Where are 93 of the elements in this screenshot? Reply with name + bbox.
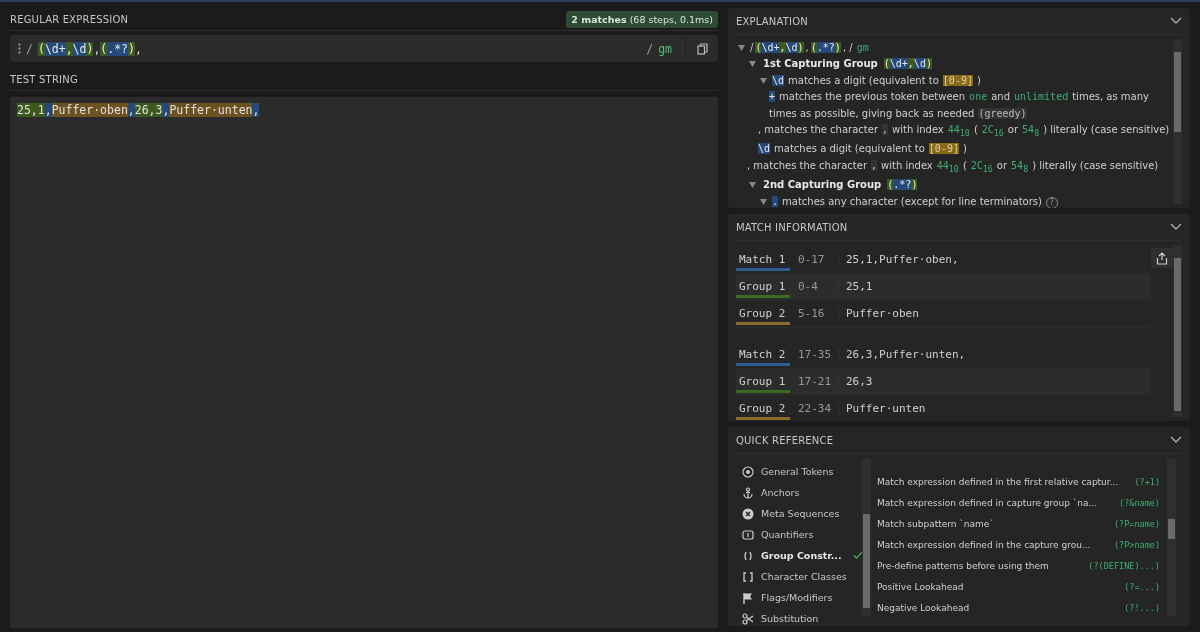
- explanation-line: . matches any character (except for line terminators) ?: [772, 193, 1173, 208]
- explanation-line: \d matches a digit (equivalent to [0-9] ): [758, 142, 968, 157]
- match-highlight: 26,3: [134, 103, 163, 117]
- explanation-line: / (\d+,\d) , (.*?) , / gm: [750, 41, 870, 55]
- export-button[interactable]: [1151, 248, 1173, 268]
- match-highlight: ,: [127, 103, 135, 117]
- category-item[interactable]: Meta Sequences: [736, 503, 862, 524]
- match-label: Group 2: [736, 400, 790, 420]
- regex-token: ,: [93, 41, 101, 56]
- section-title: QUICK REFERENCE: [736, 434, 834, 446]
- match-highlight: Puffer·unten: [169, 103, 253, 117]
- expand-triangle-icon[interactable]: [738, 45, 745, 51]
- match-label: Match 2: [736, 346, 790, 366]
- scrollbar[interactable]: [862, 459, 871, 616]
- category-item[interactable]: Substitution: [736, 608, 862, 629]
- range-text: 5-16: [790, 307, 839, 320]
- reference-item[interactable]: Match subpattern `name` (?P=name): [877, 513, 1164, 534]
- reference-item[interactable]: Match expression defined in the first relative captur... (?+1): [877, 471, 1164, 492]
- match-highlight: Puffer·oben: [51, 103, 128, 117]
- match-highlight: ,: [162, 103, 170, 117]
- category-item[interactable]: Character Classes: [736, 566, 862, 587]
- chevron-icon[interactable]: [1170, 223, 1182, 231]
- delimiter: /: [26, 41, 33, 56]
- range-text: 17-21: [790, 375, 839, 388]
- target-icon: [742, 465, 754, 478]
- reference-item[interactable]: Pre-define patterns before using them (?(DEFINE)...): [877, 555, 1164, 576]
- explanation-line: , matches the character , with index 44$_{10}$ ( 2C$_{16}$ or 54$_{8}$ ) literally (case sensitive): [747, 158, 1160, 176]
- section-title: MATCH INFORMATION: [736, 221, 848, 233]
- scissors-icon: [742, 612, 754, 625]
- category-item[interactable]: Quantifiers: [736, 524, 862, 545]
- regex-token: .*?: [107, 41, 129, 56]
- match-highlight: ,: [44, 103, 52, 117]
- expand-triangle-icon[interactable]: [749, 61, 756, 68]
- scrollbar[interactable]: [1167, 459, 1176, 616]
- category-item[interactable]: General Tokens: [736, 461, 862, 482]
- category-item[interactable]: Anchors: [736, 482, 862, 503]
- reference-item[interactable]: Negative Lookahead (?!...): [877, 597, 1164, 618]
- range-text: 17-35: [790, 348, 839, 361]
- expand-triangle-icon[interactable]: [760, 77, 767, 84]
- match-value: 26,3,Puffer·unten,: [845, 348, 966, 361]
- copy-icon[interactable]: [696, 42, 708, 55]
- range-text: 0-4: [790, 280, 839, 293]
- regex-token: ,: [65, 41, 73, 56]
- section-title: REGULAR EXPRESSION: [10, 13, 129, 25]
- category-item[interactable]: Flags/Modifiers: [736, 587, 862, 608]
- chevron-icon[interactable]: [1170, 17, 1182, 25]
- match-value: 26,3: [845, 375, 873, 388]
- regex-token: \d+: [44, 41, 66, 56]
- delimiter: /: [646, 41, 654, 56]
- category-item[interactable]: Group Constr...: [736, 545, 862, 566]
- section-title: TEST STRING: [10, 73, 78, 85]
- match-label: Group 1: [736, 373, 790, 393]
- section-title: EXPLANATION: [736, 15, 808, 27]
- regex-token: (: [100, 41, 108, 56]
- match-highlight: ,: [252, 103, 260, 117]
- match-count-badge: 2 matches (68 steps, 0.1ms): [566, 10, 718, 28]
- reference-item[interactable]: Positive Lookahead (?=...): [877, 576, 1164, 597]
- reference-item[interactable]: Match expression defined in capture group `na... (?&name): [877, 492, 1164, 513]
- match-value: Puffer·unten: [845, 402, 926, 415]
- regex-token: ): [128, 41, 135, 56]
- match-value: 25,1,Puffer·oben,: [845, 253, 959, 266]
- test-string-field[interactable]: 25,1,Puffer·oben,26,3,Puffer·unten,: [10, 97, 718, 628]
- anchor-icon: [742, 486, 754, 499]
- scrollbar[interactable]: [1173, 246, 1182, 417]
- match-label: Match 1: [736, 251, 790, 271]
- chevron-icon[interactable]: [1170, 436, 1182, 444]
- match-value: 25,1: [845, 280, 873, 293]
- scrollbar[interactable]: [1173, 40, 1182, 204]
- range-text: 22-34: [790, 402, 839, 415]
- parens-icon: [742, 549, 754, 562]
- share-icon: [1156, 251, 1168, 265]
- match-label: Group 2: [736, 305, 790, 325]
- explanation-line: , matches the character , with index 44$_{10}$ ( 2C$_{16}$ or 54$_{8}$ ) literally (case sensitive): [758, 123, 1171, 141]
- regex-token: ): [86, 41, 94, 56]
- explanation-line: + matches the previous token between one and unlimited times, as many times as possible, giving back as needed (greedy): [769, 90, 1150, 121]
- regex-field[interactable]: / (\d+,\d),(.*?), / gm: [10, 35, 718, 62]
- check-icon: [852, 551, 862, 560]
- brackets-icon: [742, 570, 754, 583]
- explanation-line: 1st Capturing Group (\d+,\d): [762, 57, 933, 72]
- drag-handle-icon[interactable]: [18, 43, 21, 54]
- range-text: 0-17: [790, 253, 839, 266]
- flag-icon: [742, 591, 754, 604]
- expand-triangle-icon[interactable]: [749, 182, 756, 189]
- reference-item[interactable]: Match expression defined in the capture grou... (?P>name): [877, 534, 1164, 555]
- explanation-line: 2nd Capturing Group (.*?): [762, 178, 919, 193]
- flags-text[interactable]: gm: [658, 41, 672, 56]
- expand-triangle-icon[interactable]: [760, 198, 767, 205]
- regex-token: ,: [135, 41, 142, 56]
- match-value: Puffer·oben: [845, 307, 919, 320]
- match-label: Group 1: [736, 278, 790, 298]
- regex-token: (: [37, 41, 45, 56]
- match-highlight: 25,1: [17, 103, 45, 117]
- explanation-line: \d matches a digit (equivalent to [0-9] ): [772, 73, 982, 88]
